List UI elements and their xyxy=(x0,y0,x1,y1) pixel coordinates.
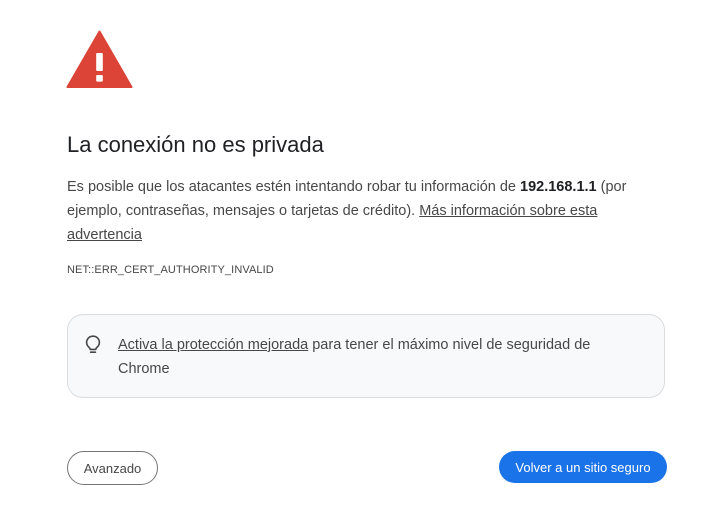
enhanced-protection-link[interactable]: Activa la protección mejorada xyxy=(118,337,308,353)
back-to-safety-button[interactable]: Volver a un sitio seguro xyxy=(499,451,667,483)
warning-triangle-icon xyxy=(66,30,133,88)
lightbulb-icon xyxy=(85,335,101,353)
enhanced-protection-text: Activa la protección mejorada para tener… xyxy=(118,333,618,381)
explanation-prefix: Es posible que los atacantes estén inten… xyxy=(67,179,521,195)
host-name: 192.168.1.1 xyxy=(520,179,597,195)
page-title: La conexión no es privada xyxy=(67,132,324,157)
error-explanation: Es posible que los atacantes estén inten… xyxy=(67,175,627,247)
advanced-button[interactable]: Avanzado xyxy=(67,451,158,485)
error-code: NET::ERR_CERT_AUTHORITY_INVALID xyxy=(67,264,274,276)
enhanced-protection-card: Activa la protección mejorada para tener… xyxy=(67,314,665,398)
